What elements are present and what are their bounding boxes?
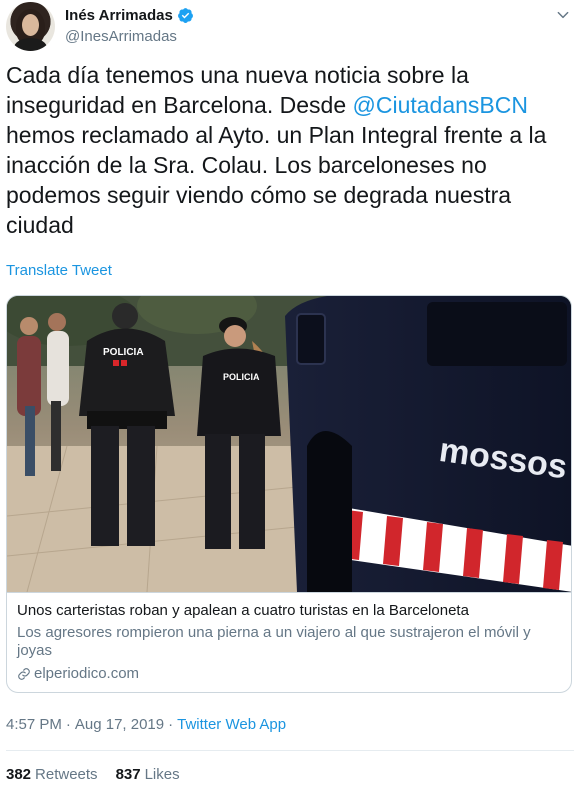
link-preview-card[interactable]: POLICIA POLICIA mossos Unos carteristas …	[6, 295, 572, 693]
card-domain-row[interactable]: elperiodico.com	[17, 665, 139, 682]
card-image[interactable]: POLICIA POLICIA mossos	[7, 296, 572, 592]
retweets-count: 382	[6, 766, 32, 783]
meta-separator: ·	[65, 716, 71, 733]
chevron-down-icon[interactable]	[556, 8, 570, 22]
avatar[interactable]	[6, 2, 55, 51]
tweet-meta: 4:57 PM · Aug 17, 2019 · Twitter Web App	[6, 716, 286, 733]
likes-stat[interactable]: 837 Likes	[116, 766, 180, 783]
tweet-time[interactable]: 4:57 PM	[6, 716, 62, 733]
likes-label: Likes	[144, 766, 180, 783]
card-description: Los agresores rompieron una pierna a un …	[17, 624, 531, 659]
mention-link[interactable]: @CiutadansBCN	[353, 92, 528, 118]
translate-tweet-link[interactable]: Translate Tweet	[6, 262, 112, 279]
verified-badge-icon	[177, 8, 193, 23]
card-title[interactable]: Unos carteristas roban y apalean a cuatr…	[17, 602, 469, 619]
vest-label: POLICIA	[223, 372, 260, 382]
tweet-date[interactable]: Aug 17, 2019	[75, 716, 164, 733]
meta-separator: ·	[168, 716, 174, 733]
tweet-stats: 382 Retweets 837 Likes	[6, 766, 180, 783]
vest-label: POLICIA	[103, 347, 144, 358]
tweet-source-link[interactable]: Twitter Web App	[177, 716, 286, 733]
author-display-name[interactable]: Inés Arrimadas	[65, 7, 173, 24]
author-handle[interactable]: @InesArrimadas	[65, 28, 177, 45]
likes-count: 837	[115, 766, 141, 783]
tweet-header: Inés Arrimadas @InesArrimadas	[0, 0, 580, 56]
card-body[interactable]: Unos carteristas roban y apalean a cuatr…	[7, 592, 571, 692]
tweet-text-part: hemos reclamado al Ayto. un Plan Integra…	[6, 122, 547, 238]
link-icon	[18, 667, 30, 680]
card-domain[interactable]: elperiodico.com	[34, 665, 139, 682]
divider	[6, 750, 574, 751]
author-name-row[interactable]: Inés Arrimadas	[65, 7, 194, 24]
retweets-stat[interactable]: 382 Retweets	[6, 766, 98, 783]
retweets-label: Retweets	[35, 766, 98, 783]
tweet-text: Cada día tenemos una nueva noticia sobre…	[6, 60, 574, 240]
